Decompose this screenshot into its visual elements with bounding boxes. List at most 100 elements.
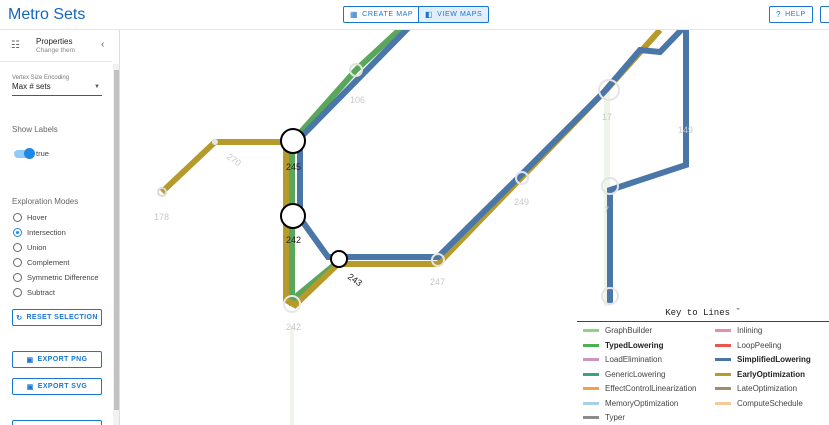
legend-item[interactable]: EffectControlLinearization bbox=[583, 384, 696, 393]
mode-complement[interactable]: Complement bbox=[13, 258, 70, 267]
legend-item-label: LateOptimization bbox=[737, 384, 798, 393]
vertex-size-select[interactable]: Max # sets ▼ bbox=[12, 82, 102, 96]
legend-item-label: SimplifiedLowering bbox=[737, 355, 811, 364]
legend-item[interactable]: ComputeSchedule bbox=[715, 399, 803, 408]
station-242[interactable] bbox=[280, 203, 306, 229]
mode-label: Union bbox=[27, 243, 47, 252]
top-bar: Metro Sets ▦ CREATE MAP ◧ VIEW MAPS ? HE… bbox=[0, 0, 829, 30]
legend-item-label: ComputeSchedule bbox=[737, 398, 803, 408]
toggle-knob bbox=[24, 148, 35, 159]
help-icon: ? bbox=[776, 10, 782, 19]
line-swatch bbox=[715, 372, 731, 376]
legend-item[interactable]: TypedLowering bbox=[583, 341, 664, 350]
station-marker[interactable] bbox=[212, 139, 218, 145]
mode-hover[interactable]: Hover bbox=[13, 213, 47, 222]
line-swatch bbox=[715, 343, 731, 347]
legend-divider bbox=[577, 321, 829, 322]
mode-subtract[interactable]: Subtract bbox=[13, 288, 55, 297]
radio-icon bbox=[13, 273, 22, 282]
legend-item-label: MemoryOptimization bbox=[605, 398, 679, 408]
reset-selection-label: RESET SELECTION bbox=[26, 314, 98, 321]
mode-label: Complement bbox=[27, 258, 70, 267]
radio-icon bbox=[13, 288, 22, 297]
legend-item-label: LoadElimination bbox=[605, 355, 662, 364]
mode-label: Intersection bbox=[27, 228, 66, 237]
station-label: 249 bbox=[514, 197, 529, 207]
legend-item-label: LoopPeeling bbox=[737, 340, 782, 350]
legend-item[interactable]: Inlining bbox=[715, 326, 762, 335]
chevron-down-icon: ▼ bbox=[94, 84, 100, 90]
view-maps-icon: ◧ bbox=[425, 10, 434, 19]
legend-item[interactable]: GenericLowering bbox=[583, 370, 665, 379]
more-button[interactable] bbox=[12, 420, 102, 425]
legend-item-label: Inlining bbox=[737, 326, 763, 335]
station-245[interactable] bbox=[280, 128, 306, 154]
line-swatch bbox=[583, 401, 599, 405]
exploration-modes-label: Exploration Modes bbox=[12, 197, 79, 206]
mode-union[interactable]: Union bbox=[13, 243, 47, 252]
station-label: 149 bbox=[678, 125, 693, 135]
mode-intersection[interactable]: Intersection bbox=[13, 228, 66, 237]
line-swatch bbox=[715, 387, 731, 390]
legend-item-label: EffectControlLinearization bbox=[605, 384, 697, 393]
legend-panel: Key to Lines ˇ GraphBuilder Inlining Typed… bbox=[577, 306, 829, 425]
export-png-button[interactable]: ▣ EXPORT PNG bbox=[12, 351, 102, 368]
create-map-button[interactable]: ▦ CREATE MAP bbox=[343, 6, 421, 23]
legend-item[interactable]: SimplifiedLowering bbox=[715, 355, 811, 364]
legend-item[interactable]: EarlyOptimization bbox=[715, 370, 805, 379]
station-label: 17 bbox=[602, 112, 612, 122]
legend-item[interactable]: GraphBuilder bbox=[583, 326, 652, 335]
station-label: 242 bbox=[286, 322, 301, 332]
sidebar-scroll-thumb[interactable] bbox=[114, 70, 119, 410]
mode-label: Symmetric Difference bbox=[27, 273, 99, 282]
line-swatch bbox=[583, 329, 599, 332]
line-swatch bbox=[583, 343, 599, 347]
station-label: 106 bbox=[350, 95, 365, 105]
legend-item[interactable]: LoopPeeling bbox=[715, 341, 781, 350]
legend-item[interactable]: LoadElimination bbox=[583, 355, 662, 364]
legend-item[interactable]: Typer bbox=[583, 413, 625, 422]
line-swatch bbox=[715, 329, 731, 332]
vertex-size-label: Vertex Size Encoding bbox=[12, 75, 70, 81]
station-label: 247 bbox=[430, 277, 445, 287]
mode-label: Hover bbox=[27, 213, 48, 222]
legend-item-label: TypedLowering bbox=[605, 340, 664, 350]
view-maps-button[interactable]: ◧ VIEW MAPS bbox=[418, 6, 490, 23]
station-label: 242 bbox=[286, 235, 301, 245]
radio-icon bbox=[13, 243, 22, 252]
create-map-label: CREATE MAP bbox=[362, 11, 414, 18]
overflow-button[interactable] bbox=[820, 6, 829, 23]
station-label: 178 bbox=[154, 212, 169, 222]
radio-icon bbox=[13, 213, 22, 222]
station-label: 7 bbox=[604, 205, 609, 215]
legend-item-label: Typer bbox=[605, 413, 626, 422]
save-icon: ▣ bbox=[26, 356, 34, 364]
legend-item[interactable]: MemoryOptimization bbox=[583, 399, 678, 408]
mode-label: Subtract bbox=[27, 288, 55, 297]
sidebar: ☷ Properties Change them ‹ Vertex Size E… bbox=[0, 30, 120, 425]
properties-subtitle: Change them bbox=[36, 47, 76, 54]
map-icon: ▦ bbox=[350, 10, 359, 19]
legend-item[interactable]: LateOptimization bbox=[715, 384, 797, 393]
save-icon: ▣ bbox=[26, 383, 34, 391]
view-maps-label: VIEW MAPS bbox=[437, 11, 483, 18]
legend-item-label: GraphBuilder bbox=[605, 326, 653, 335]
properties-title: Properties bbox=[36, 37, 73, 46]
reset-selection-button[interactable]: ↻ RESET SELECTION bbox=[12, 309, 102, 326]
show-labels-value: true bbox=[36, 149, 49, 158]
export-png-label: EXPORT PNG bbox=[37, 356, 88, 363]
line-swatch bbox=[715, 401, 731, 405]
collapse-sidebar-icon[interactable]: ‹ bbox=[101, 39, 104, 50]
show-labels-toggle[interactable] bbox=[14, 148, 35, 159]
station-243[interactable] bbox=[330, 250, 348, 268]
show-labels-label: Show Labels bbox=[12, 125, 58, 134]
vertex-size-value: Max # sets bbox=[12, 82, 51, 91]
station-label: 243 bbox=[346, 271, 364, 288]
refresh-icon: ↻ bbox=[16, 314, 23, 322]
tune-icon: ☷ bbox=[11, 40, 20, 51]
mode-symmetric-difference[interactable]: Symmetric Difference bbox=[13, 273, 99, 282]
help-button[interactable]: ? HELP bbox=[769, 6, 813, 23]
export-svg-button[interactable]: ▣ EXPORT SVG bbox=[12, 378, 102, 395]
legend-title[interactable]: Key to Lines ˇ bbox=[577, 308, 829, 318]
app-title: Metro Sets bbox=[8, 6, 86, 23]
